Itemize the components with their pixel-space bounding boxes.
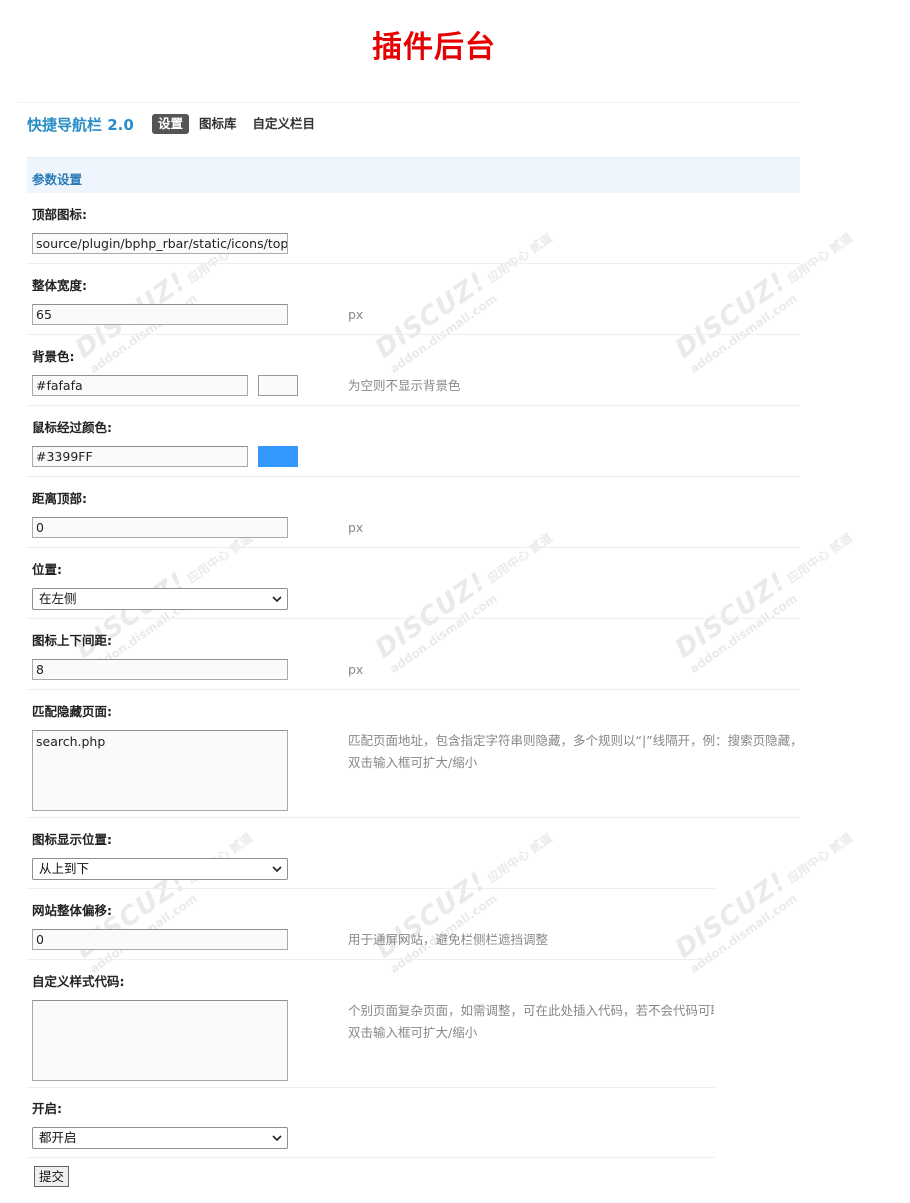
icon-direction-select[interactable]: 从上到下 <box>32 858 288 880</box>
watermark: DISCUZ! 应用中心 贰道addon.dismall.com <box>670 530 855 677</box>
divider <box>27 476 800 477</box>
section-title: 参数设置 <box>32 172 83 187</box>
divider <box>27 547 800 548</box>
icon-direction-selected: 从上到下 <box>39 861 90 876</box>
plugin-tabs: 设置 图标库 自定义栏目 <box>152 114 321 134</box>
divider <box>27 689 800 690</box>
bg-color-hint: 为空则不显示背景色 <box>348 378 461 393</box>
watermark: DISCUZ! 应用中心 贰道addon.dismall.com <box>670 830 855 977</box>
position-select[interactable]: 在左侧 <box>32 588 288 610</box>
enable-select[interactable]: 都开启 <box>32 1127 288 1149</box>
top-offset-unit: px <box>348 520 364 535</box>
divider <box>27 334 800 335</box>
bg-color-label: 背景色: <box>32 349 75 364</box>
divider <box>27 263 800 264</box>
icon-spacing-unit: px <box>348 662 364 677</box>
enable-selected: 都开启 <box>39 1130 77 1145</box>
top-icon-input[interactable]: source/plugin/bphp_rbar/static/icons/top <box>32 233 288 254</box>
divider <box>27 1087 715 1088</box>
page-heading: 插件后台 <box>372 30 496 65</box>
hide-pages-hint-2: 双击输入框可扩大/缩小 <box>348 755 478 770</box>
tab-settings[interactable]: 设置 <box>152 114 190 134</box>
watermark: DISCUZ! 应用中心 贰道addon.dismall.com <box>670 230 855 377</box>
site-offset-input[interactable]: 0 <box>32 929 288 950</box>
width-input[interactable]: 65 <box>32 304 288 325</box>
section-header: 参数设置 <box>27 157 800 193</box>
hover-color-swatch[interactable] <box>258 446 298 467</box>
icon-spacing-input[interactable]: 8 <box>32 659 288 680</box>
width-unit: px <box>348 307 364 322</box>
divider <box>27 405 800 406</box>
top-offset-label: 距离顶部: <box>32 491 87 506</box>
submit-button[interactable]: 提交 <box>34 1166 70 1187</box>
position-label: 位置: <box>32 562 62 577</box>
bg-color-input[interactable]: #fafafa <box>32 375 248 396</box>
site-offset-hint: 用于通屏网站，避免栏侧栏遮挡调整 <box>348 932 549 947</box>
divider <box>27 817 800 818</box>
custom-css-label: 自定义样式代码: <box>32 974 125 989</box>
icon-direction-label: 图标显示位置: <box>32 832 112 847</box>
custom-css-hint-2: 双击输入框可扩大/缩小 <box>348 1025 478 1040</box>
divider <box>27 618 800 619</box>
plugin-title: 快捷导航栏 2.0 <box>27 116 134 134</box>
chevron-down-icon <box>272 1135 282 1142</box>
watermark: DISCUZ! 应用中心 贰道addon.dismall.com <box>370 230 555 377</box>
hide-pages-hint: 匹配页面地址，包含指定字符串则隐藏，多个规则以“|”线隔开，例：搜索页隐藏，贝 <box>348 733 800 748</box>
position-selected: 在左侧 <box>39 591 77 606</box>
hover-color-input[interactable]: #3399FF <box>32 446 248 467</box>
chevron-down-icon <box>272 866 282 873</box>
bg-color-swatch[interactable] <box>258 375 298 396</box>
divider <box>27 959 715 960</box>
custom-css-hint: 个别页面复杂页面，如需调整，可在此处插入代码，若不会代码可联系 <box>348 1003 714 1018</box>
enable-label: 开启: <box>32 1101 62 1116</box>
hide-pages-textarea[interactable]: search.php <box>32 730 288 811</box>
width-label: 整体宽度: <box>32 278 87 293</box>
custom-css-textarea[interactable] <box>32 1000 288 1081</box>
divider <box>27 888 715 889</box>
divider <box>18 102 800 103</box>
tab-custom-columns[interactable]: 自定义栏目 <box>247 114 322 134</box>
top-icon-label: 顶部图标: <box>32 207 87 222</box>
hover-color-label: 鼠标经过颜色: <box>32 420 112 435</box>
icon-spacing-label: 图标上下间距: <box>32 633 112 648</box>
watermark: DISCUZ! 应用中心 贰道addon.dismall.com <box>370 530 555 677</box>
tab-icon-library[interactable]: 图标库 <box>193 114 243 134</box>
site-offset-label: 网站整体偏移: <box>32 903 112 918</box>
chevron-down-icon <box>272 596 282 603</box>
top-offset-input[interactable]: 0 <box>32 517 288 538</box>
hide-pages-label: 匹配隐藏页面: <box>32 704 112 719</box>
divider <box>27 1157 715 1158</box>
watermark: DISCUZ! 应用中心 贰道addon.dismall.com <box>370 830 555 977</box>
